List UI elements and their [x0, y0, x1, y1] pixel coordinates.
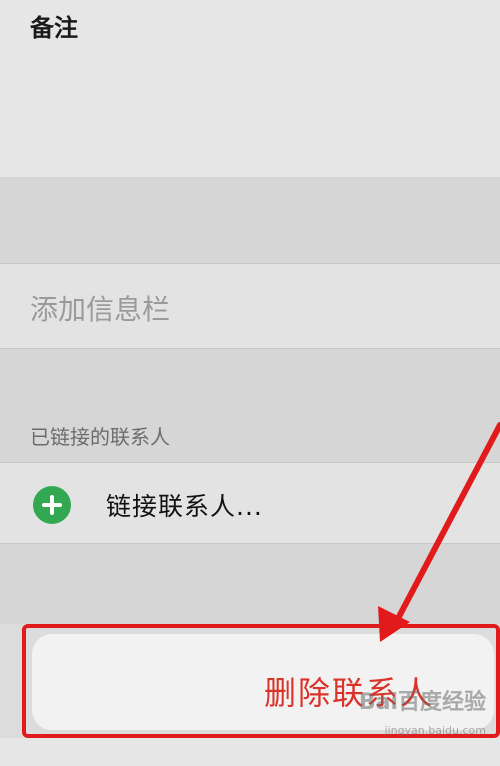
annotation-arrow: [378, 422, 500, 642]
watermark-url: jingyan.baidu.com: [384, 724, 486, 737]
watermark-logo: Bai百度经验: [358, 690, 486, 715]
watermark: Bai百度经验 jingyan.baidu.com: [338, 684, 486, 748]
arrow-head: [378, 606, 410, 642]
arrow-shaft: [390, 422, 500, 631]
